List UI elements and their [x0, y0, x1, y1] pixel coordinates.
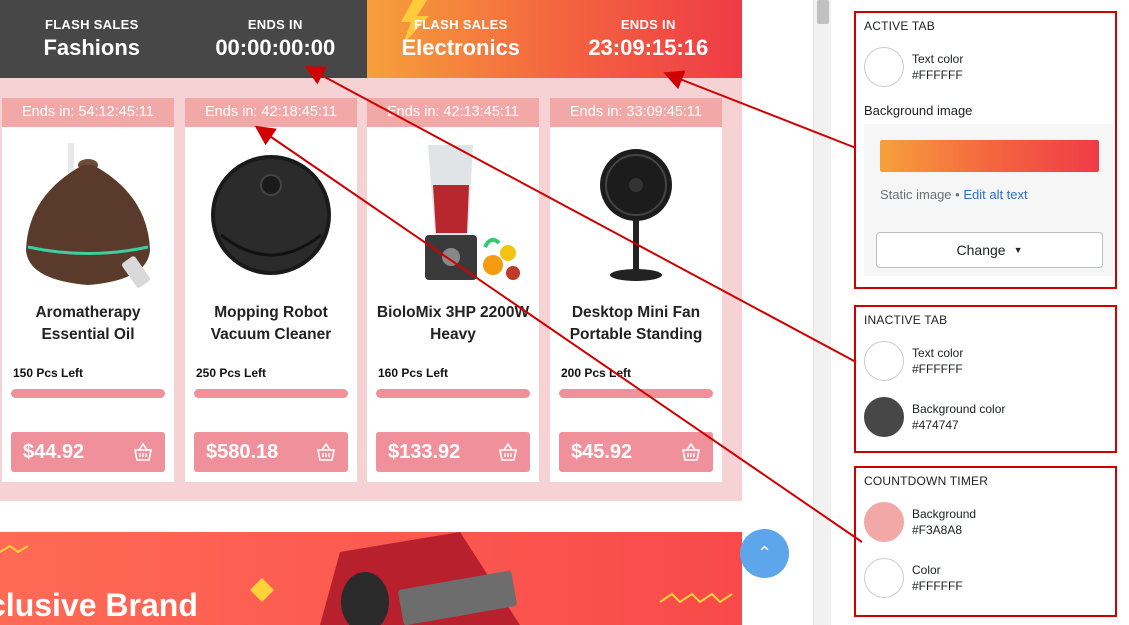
color-swatch[interactable] — [864, 397, 904, 437]
stock-progress-bar — [376, 389, 530, 398]
color-swatch[interactable] — [864, 47, 904, 87]
promo-banner[interactable]: clusive Brand — [0, 532, 742, 625]
setting-label: Color — [912, 563, 941, 577]
product-name: Desktop Mini Fan Portable Standing — [569, 304, 703, 343]
inactive-tab-section: INACTIVE TAB Text color #FFFFFF Backgrou… — [854, 305, 1117, 453]
product-card[interactable]: Ends in: 54:12:45:11 Aromatherapy Essent… — [2, 98, 174, 482]
price: $133.92 — [388, 440, 461, 463]
product-card[interactable]: Ends in: 42:13:45:11 BioloMix 3HP 2200W … — [367, 98, 539, 482]
scroll-to-top-button[interactable]: ⌃ — [740, 529, 789, 578]
change-label: Change — [956, 242, 1006, 258]
card-countdown: Ends in: 42:13:45:11 — [367, 98, 539, 127]
tab-electronics[interactable]: FLASH SALES Electronics ENDS IN 23:09:15… — [367, 0, 742, 78]
ends-in-label: ENDS IN — [620, 17, 676, 32]
stock-left: 250 Pcs Left — [196, 366, 267, 380]
active-tab-section: ACTIVE TAB Text color #FFFFFF Background… — [854, 11, 1117, 289]
countdown-value: 00:00:00:00 — [215, 35, 336, 60]
product-name: Mopping Robot Vacuum Cleaner — [210, 304, 332, 343]
product-grid: Ends in: 54:12:45:11 Aromatherapy Essent… — [0, 78, 742, 501]
setting-value: #F3A8A8 — [912, 523, 963, 537]
text-color-setting[interactable]: Text color #FFFFFF — [856, 47, 1115, 87]
setting-value: #FFFFFF — [912, 68, 963, 82]
stock-left: 200 Pcs Left — [561, 366, 632, 380]
diffuser-image — [2, 127, 174, 302]
setting-value: #FFFFFF — [912, 579, 963, 593]
countdown-value: 23:09:15:16 — [588, 35, 709, 60]
stock-progress-bar — [11, 389, 165, 398]
basket-icon — [499, 443, 517, 461]
product-name: Aromatherapy Essential Oil — [35, 304, 141, 343]
tab-label: FLASH SALES — [44, 17, 139, 32]
static-image-label: Static image • — [880, 187, 960, 202]
image-thumbnail — [880, 140, 1099, 172]
price-button[interactable]: $580.18 — [194, 432, 348, 472]
card-countdown: Ends in: 33:09:45:11 — [550, 98, 722, 127]
product-card[interactable]: Ends in: 33:09:45:11 Desktop Mini Fan Po… — [550, 98, 722, 482]
settings-panel: ACTIVE TAB Text color #FFFFFF Background… — [846, 0, 1129, 625]
fan-image — [550, 127, 722, 302]
color-swatch[interactable] — [864, 341, 904, 381]
price: $580.18 — [206, 440, 279, 463]
section-title: ACTIVE TAB — [864, 19, 935, 33]
basket-icon — [682, 443, 700, 461]
product-card[interactable]: Ends in: 42:18:45:11 Mopping Robot Vacuu… — [185, 98, 357, 482]
setting-label: Text color — [912, 346, 964, 360]
background-image-preview: Static image • Edit alt text — [864, 124, 1113, 220]
card-countdown: Ends in: 54:12:45:11 — [2, 98, 174, 127]
setting-label: Background image — [864, 103, 973, 118]
color-swatch[interactable] — [864, 502, 904, 542]
caret-down-icon: ▼ — [1013, 245, 1023, 255]
basket-icon — [317, 443, 335, 461]
change-button[interactable]: Change ▼ — [876, 232, 1103, 268]
stock-progress-bar — [559, 389, 713, 398]
setting-label: Text color — [912, 52, 964, 66]
text-color-setting[interactable]: Text color #FFFFFF — [856, 341, 1115, 381]
stock-left: 150 Pcs Left — [13, 366, 84, 380]
tab-title: Electronics — [401, 35, 521, 60]
tab-label: FLASH SALES — [413, 17, 508, 32]
section-title: INACTIVE TAB — [864, 313, 948, 327]
tab-fashions[interactable]: FLASH SALES Fashions ENDS IN 00:00:00:00 — [0, 0, 367, 78]
ends-in-label: ENDS IN — [247, 17, 303, 32]
chevron-up-icon: ⌃ — [756, 543, 773, 563]
flash-sale-tabs: FLASH SALES Fashions ENDS IN 00:00:00:00… — [0, 0, 742, 78]
preview-scrollbar[interactable] — [813, 0, 831, 625]
edit-alt-text-link[interactable]: Edit alt text — [963, 187, 1027, 202]
basket-icon — [134, 443, 152, 461]
banner-heading: clusive Brand — [0, 587, 198, 623]
product-name: BioloMix 3HP 2200W Heavy — [376, 304, 530, 343]
text-color-setting[interactable]: Color #FFFFFF — [856, 558, 1115, 598]
color-swatch[interactable] — [864, 558, 904, 598]
tab-title: Fashions — [43, 35, 141, 60]
price: $44.92 — [23, 440, 85, 463]
section-title: COUNTDOWN TIMER — [864, 474, 989, 488]
stock-progress-bar — [194, 389, 348, 398]
setting-value: #FFFFFF — [912, 362, 963, 376]
scrollbar-thumb[interactable] — [817, 0, 829, 24]
robot-vacuum-image — [185, 127, 357, 302]
stock-left: 160 Pcs Left — [378, 366, 449, 380]
price-button[interactable]: $45.92 — [559, 432, 713, 472]
background-color-setting[interactable]: Background color #474747 — [856, 397, 1115, 437]
blender-image — [367, 127, 539, 302]
card-countdown: Ends in: 42:18:45:11 — [185, 98, 357, 127]
countdown-timer-section: COUNTDOWN TIMER Background #F3A8A8 Color… — [854, 466, 1117, 617]
background-color-setting[interactable]: Background #F3A8A8 — [856, 502, 1115, 542]
price: $45.92 — [571, 440, 633, 463]
price-button[interactable]: $44.92 — [11, 432, 165, 472]
setting-value: #474747 — [912, 418, 959, 432]
setting-label: Background color — [912, 402, 1006, 416]
price-button[interactable]: $133.92 — [376, 432, 530, 472]
store-preview: FLASH SALES Fashions ENDS IN 00:00:00:00… — [0, 0, 789, 625]
setting-label: Background — [912, 507, 977, 521]
